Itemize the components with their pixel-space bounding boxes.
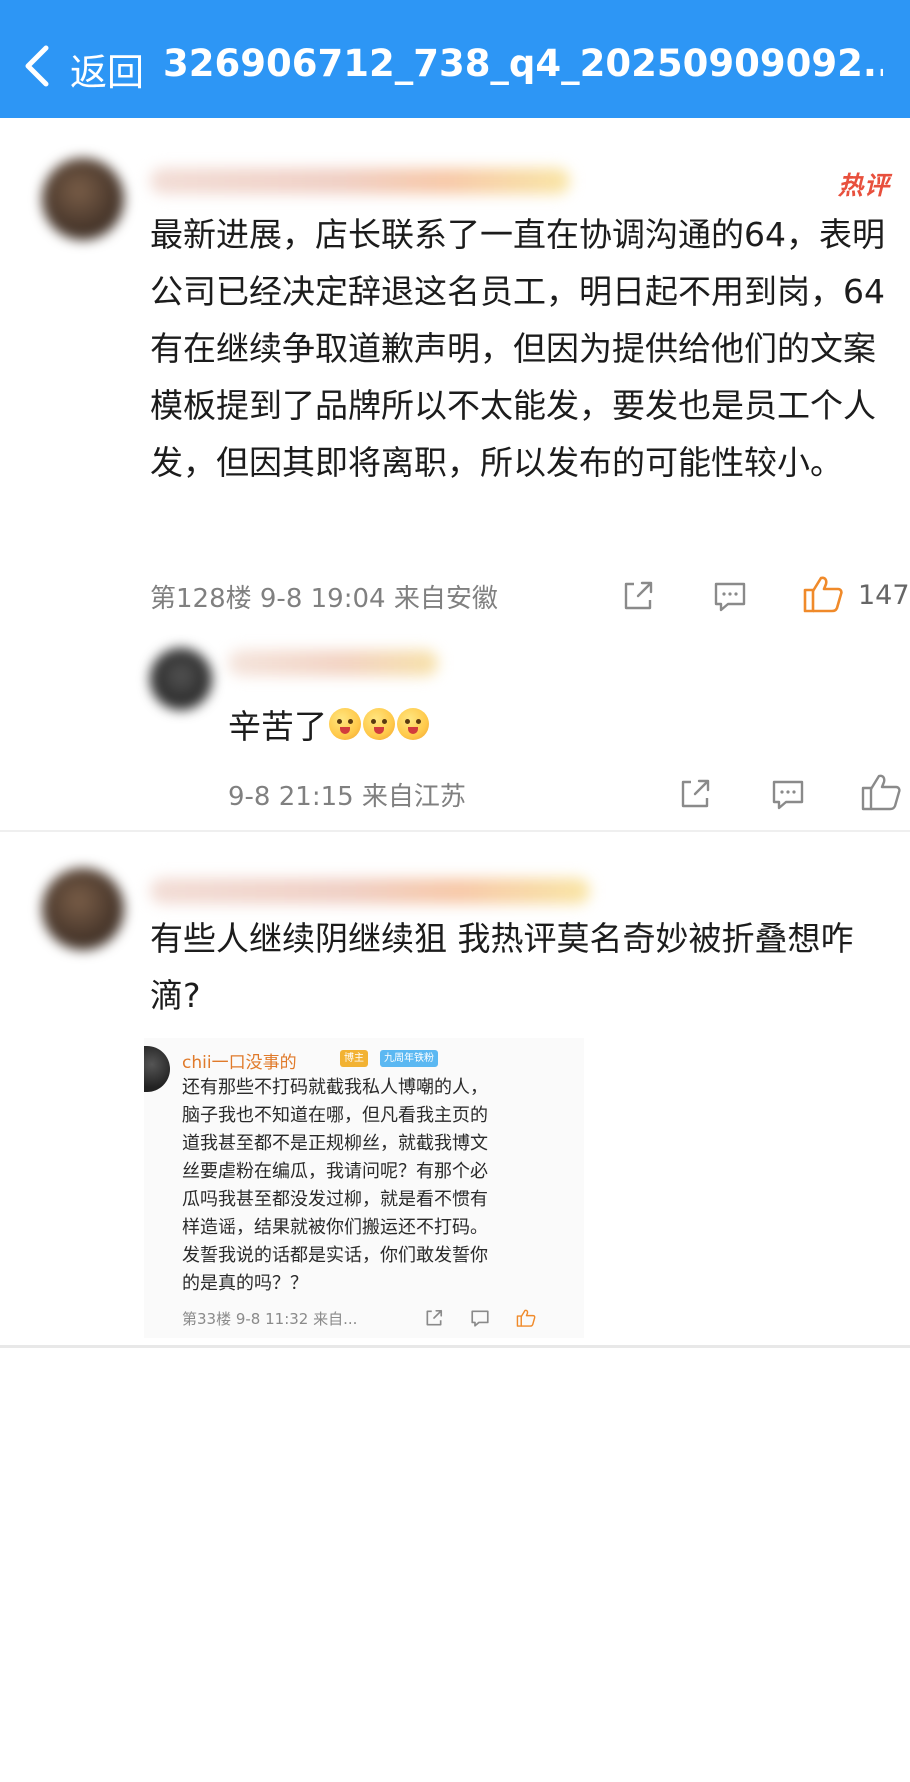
comment-meta: 第128楼 9-8 19:04 来自安徽 — [150, 584, 498, 614]
reply-content: 辛苦了 — [228, 700, 429, 748]
avatar — [144, 1046, 170, 1092]
like-icon[interactable] — [802, 574, 844, 614]
embed-badge: 博主 — [340, 1050, 368, 1067]
blurred-username — [150, 878, 590, 904]
reply-text: 辛苦了 — [228, 707, 327, 746]
blurred-username — [150, 168, 570, 194]
comment-icon[interactable] — [712, 578, 748, 614]
hot-comment-badge: 热评 — [838, 171, 891, 200]
emoji-icon — [397, 708, 429, 740]
screenshot-image: 热评 最新进展，店长联系了一直在协调沟通的64，表明公司已经决定辞退这名员工，明… — [0, 118, 910, 1348]
embed-meta: 第33楼 9-8 11:32 来自... — [182, 1310, 358, 1328]
embed-text-line: 脑子我也不知道在哪，但凡看我主页的 — [182, 1105, 488, 1126]
emoji-icon — [363, 708, 395, 740]
like-icon[interactable] — [860, 772, 902, 812]
comment-icon — [471, 1310, 489, 1327]
embed-text-line: 还有那些不打码就截我私人博嘲的人， — [182, 1077, 488, 1098]
comment-text: 最新进展，店长联系了一直在协调沟通的64，表明公司已经决定辞退这名员工，明日起不… — [150, 215, 885, 482]
nav-bar: 返回 326906712_738_q4_20250909092... — [0, 0, 910, 118]
chevron-left-icon[interactable] — [20, 44, 54, 88]
embed-text-line: 道我甚至都不是正规柳丝，就截我博文 — [182, 1133, 488, 1154]
blurred-username — [228, 650, 438, 676]
embed-text-line: 丝要虐粉在编瓜，我请问呢？有那个必 — [182, 1161, 488, 1182]
reply-meta: 9-8 21:15 来自江苏 — [228, 782, 466, 812]
share-icon — [426, 1309, 443, 1326]
embed-badge: 九周年铁粉 — [380, 1050, 438, 1067]
page-title: 326906712_738_q4_20250909092... — [163, 42, 883, 85]
emoji-icon — [329, 708, 361, 740]
like-icon — [516, 1309, 536, 1327]
avatar — [150, 648, 212, 710]
divider — [0, 830, 910, 832]
avatar — [42, 158, 124, 240]
avatar — [42, 868, 124, 950]
likes-count: 147 — [858, 580, 910, 611]
share-icon[interactable] — [620, 578, 656, 614]
back-button[interactable]: 返回 — [70, 42, 144, 96]
comment-icon[interactable] — [770, 776, 806, 812]
embed-text-line: 样造谣，结果就被你们搬运还不打码。 — [182, 1217, 488, 1238]
embed-text-line: 的是真的吗？？ — [182, 1273, 308, 1294]
embed-text-line: 发誓我说的话都是实话，你们敢发誓你 — [182, 1245, 488, 1266]
embedded-image[interactable]: chii一口没事的 博主 九周年铁粉 还有那些不打码就截我私人博嘲的人， 脑子我… — [144, 1038, 584, 1338]
embed-username: chii一口没事的 — [182, 1053, 297, 1073]
share-icon[interactable] — [677, 776, 713, 812]
comment-text: 有些人继续阴继续狙 我热评莫名奇妙被折叠想咋滴? — [150, 919, 854, 1015]
embed-text-line: 瓜吗我甚至都没发过柳，就是看不惯有 — [182, 1189, 488, 1210]
